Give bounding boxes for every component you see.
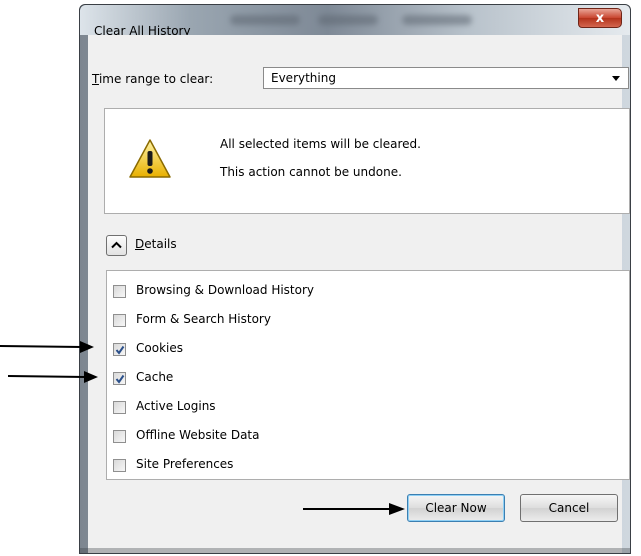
chevron-up-icon bbox=[111, 241, 122, 249]
list-item[interactable]: Offline Website Data bbox=[113, 426, 593, 446]
list-item[interactable]: Cache bbox=[113, 368, 593, 388]
checkbox-cookies[interactable] bbox=[113, 343, 126, 356]
title-bar-blur bbox=[230, 15, 300, 25]
warning-triangle-icon bbox=[129, 139, 171, 178]
chevron-down-icon bbox=[612, 76, 620, 81]
title-bar[interactable]: Clear All History x bbox=[80, 5, 630, 38]
checkmark-icon bbox=[115, 345, 125, 355]
warning-message-line1: All selected items will be cleared. bbox=[220, 137, 421, 151]
time-range-value: Everything bbox=[271, 71, 336, 85]
cancel-button[interactable]: Cancel bbox=[520, 494, 618, 522]
history-items-list: Browsing & Download History Form & Searc… bbox=[106, 270, 630, 480]
arrow-right-icon bbox=[8, 371, 98, 383]
checkmark-icon bbox=[115, 374, 125, 384]
checkbox-cache[interactable] bbox=[113, 372, 126, 385]
title-bar-blur bbox=[318, 15, 378, 25]
clear-now-button[interactable]: Clear Now bbox=[407, 494, 505, 522]
list-item[interactable]: Site Preferences bbox=[113, 455, 593, 475]
checkbox-site-preferences[interactable] bbox=[113, 459, 126, 472]
time-range-select[interactable]: Everything bbox=[263, 67, 629, 89]
warning-panel: All selected items will be cleared. This… bbox=[104, 108, 630, 214]
checkbox-offline-website-data[interactable] bbox=[113, 430, 126, 443]
close-button[interactable]: x bbox=[578, 8, 622, 28]
details-label: Details bbox=[135, 237, 177, 251]
arrow-right-icon bbox=[303, 503, 405, 515]
list-item[interactable]: Browsing & Download History bbox=[113, 281, 593, 301]
title-bar-blur bbox=[402, 15, 472, 25]
list-item[interactable]: Active Logins bbox=[113, 397, 593, 417]
close-icon: x bbox=[595, 11, 605, 26]
list-item[interactable]: Form & Search History bbox=[113, 310, 593, 330]
window-bottom-edge bbox=[79, 548, 631, 554]
arrow-right-icon bbox=[0, 341, 94, 353]
checkbox-active-logins[interactable] bbox=[113, 401, 126, 414]
details-toggle-button[interactable] bbox=[106, 235, 127, 256]
checkbox-form-search-history[interactable] bbox=[113, 314, 126, 327]
checkbox-browsing-history[interactable] bbox=[113, 285, 126, 298]
time-range-label: Time range to clear: bbox=[92, 72, 214, 86]
warning-message-line2: This action cannot be undone. bbox=[220, 165, 402, 179]
list-item[interactable]: Cookies bbox=[113, 339, 593, 359]
